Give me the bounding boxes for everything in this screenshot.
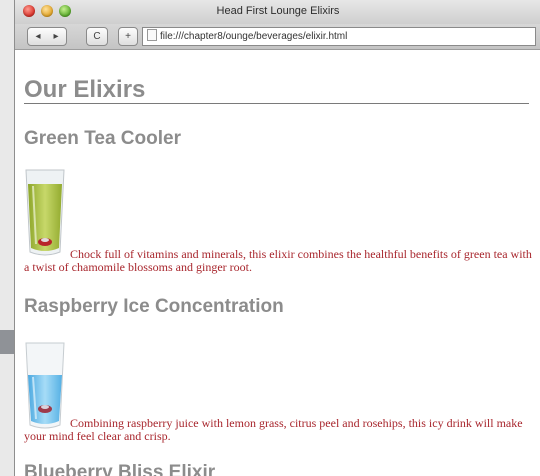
page-heading: Our Elixirs: [24, 76, 146, 103]
heading-underline: [24, 103, 529, 104]
item-description-green-tea: Chock full of vitamins and minerals, thi…: [24, 247, 532, 274]
browser-window: Head First Lounge Elixirs ◂ ▸ C + file://…: [14, 0, 540, 476]
page-icon: [147, 29, 157, 41]
item-description-raspberry: Combining raspberry juice with lemon gra…: [24, 416, 523, 443]
item-heading-raspberry: Raspberry Ice Concentration: [24, 296, 284, 317]
forward-button[interactable]: ▸: [47, 28, 65, 45]
back-forward-control: ◂ ▸: [27, 27, 67, 46]
window-title: Head First Lounge Elixirs: [216, 5, 340, 17]
back-button[interactable]: ◂: [29, 28, 47, 45]
page-content: Our Elixirs Green Tea Cooler Chock full …: [15, 50, 540, 476]
url-text: file:///chapter8/ounge/beverages/elixir.…: [160, 31, 348, 42]
browser-toolbar: ◂ ▸ C + file:///chapter8/ounge/beverages/…: [15, 24, 540, 50]
item-heading-blueberry: Blueberry Bliss Elixir: [24, 462, 216, 476]
item-heading-green-tea: Green Tea Cooler: [24, 128, 181, 149]
address-bar[interactable]: file:///chapter8/ounge/beverages/elixir.…: [142, 27, 536, 46]
title-bar: Head First Lounge Elixirs: [15, 0, 540, 25]
reload-button[interactable]: C: [86, 27, 108, 46]
add-bookmark-button[interactable]: +: [118, 27, 138, 46]
green-tea-glass-icon: [25, 169, 65, 256]
